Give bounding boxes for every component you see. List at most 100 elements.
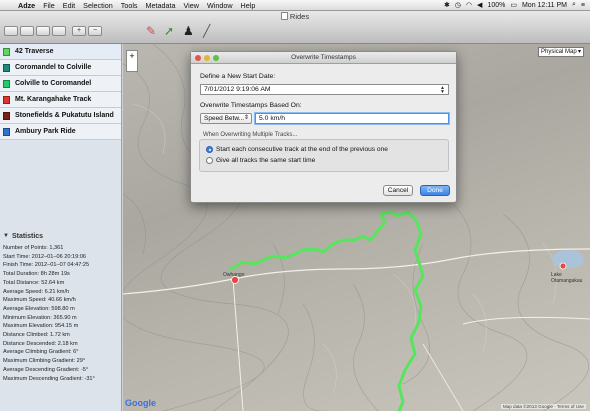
menu-edit[interactable]: Edit (59, 1, 79, 10)
cursor-tool-icon[interactable]: ➚ (164, 24, 174, 38)
stat-row: Distance Descended: 2.18 km (3, 340, 78, 347)
stat-row: Average Climbing Gradient: 6° (3, 349, 79, 356)
track-color-swatch (3, 127, 10, 136)
stat-row: Number of Points: 1,361 (3, 245, 64, 251)
radio-button-selected[interactable] (206, 146, 213, 153)
window-toolbar: Rides + − ✎ ➚ ♟ ╱ (0, 11, 590, 44)
zoom-in-button[interactable]: + (127, 51, 137, 61)
start-date-label: Define a New Start Date: (200, 73, 276, 80)
stat-row: Minimum Elevation: 365.90 m (3, 314, 77, 321)
track-row[interactable]: Stonefields & Pukatutu Island (0, 108, 121, 124)
speed-field[interactable]: 5.0 km/h (255, 113, 449, 124)
toolbar-button-1[interactable] (4, 26, 18, 36)
dialog-title-bar: Overwrite Timestamps (191, 52, 456, 64)
menu-metadata[interactable]: Metadata (142, 1, 180, 10)
stat-row: Maximum Speed: 40.66 km/h (3, 297, 76, 304)
statistics-list: Number of Points: 1,361 Start Time: 2012… (3, 244, 121, 383)
battery-icon[interactable]: ▭ (510, 1, 517, 9)
bluetooth-icon[interactable]: ✱ (444, 1, 450, 9)
stat-row: Start Time: 2012–01–06 20:19:06 (3, 253, 87, 260)
stat-row: Average Speed: 6.21 km/h (3, 288, 70, 295)
map-place-label: Lake Otamangakau (551, 272, 583, 284)
disclosure-triangle-icon[interactable]: ▼ (3, 233, 9, 239)
toolbar-button-2[interactable] (20, 26, 34, 36)
timemachine-icon[interactable]: ◷ (455, 1, 461, 9)
stat-row: Distance Climbed: 1.72 km (3, 332, 70, 339)
done-button[interactable]: Done (420, 185, 450, 196)
battery-level: 100% (487, 1, 506, 9)
stat-row: Average Elevation: 598.80 m (3, 305, 75, 312)
stat-row: Average Descending Gradient: -5° (3, 366, 89, 373)
stat-row: Total Distance: 52.64 km (3, 279, 65, 286)
track-name: 42 Traverse (15, 48, 54, 55)
statistics-header[interactable]: ▼ Statistics (0, 230, 121, 242)
person-tool-icon[interactable]: ♟ (183, 24, 194, 38)
track-row[interactable]: Colville to Coromandel (0, 76, 121, 92)
spotlight-search-icon[interactable]: ⌕ (572, 1, 576, 9)
track-color-swatch (3, 111, 10, 120)
track-color-swatch (3, 47, 10, 56)
cancel-button[interactable]: Cancel (383, 185, 413, 196)
track-color-swatch (3, 63, 10, 72)
track-name: Ambury Park Ride (15, 128, 76, 135)
ruler-tool-icon[interactable]: ╱ (203, 24, 210, 38)
window-controls (195, 55, 219, 61)
start-date-field[interactable]: 7/01/2012 9:19:06 AM ▲ ▼ (200, 84, 449, 95)
dialog-title: Overwrite Timestamps (291, 54, 356, 61)
stat-row: Maximum Elevation: 954.15 m (3, 323, 79, 330)
map-type-selector[interactable]: Physical Map ▾ (538, 47, 584, 57)
map-place-label: Owhango (223, 272, 245, 278)
google-logo: Google (125, 398, 156, 408)
menu-file[interactable]: File (39, 1, 59, 10)
track-name: Stonefields & Pukatutu Island (15, 112, 114, 119)
stat-row: Finish Time: 2012–01–07 04:47:25 (3, 262, 90, 269)
minimize-icon[interactable] (204, 55, 210, 61)
menu-selection[interactable]: Selection (79, 1, 117, 10)
menu-help[interactable]: Help (237, 1, 260, 10)
multi-track-options: Start each consecutive track at the end … (199, 139, 449, 172)
chevron-updown-icon: ⇕ (243, 115, 249, 121)
radio-button[interactable] (206, 157, 213, 164)
menu-view[interactable]: View (180, 1, 203, 10)
multi-track-label: When Overwriting Multiple Tracks... (203, 132, 298, 138)
stat-row: Maximum Climbing Gradient: 29° (3, 358, 86, 365)
map-attribution[interactable]: Map data ©2013 Google · Terms of Use (500, 404, 586, 409)
stat-row: Maximum Descending Gradient: -31° (3, 375, 95, 382)
volume-icon[interactable]: ◀ (477, 1, 482, 9)
radio-same-start[interactable]: Give all tracks the same start time (206, 157, 315, 164)
toolbar-button-4[interactable] (52, 26, 66, 36)
date-stepper-icon[interactable]: ▲ ▼ (440, 86, 445, 95)
status-area: ✱ ◷ ◠ ◀ 100% ▭ Mon 12:11 PM ⌕ ≡ (444, 1, 590, 9)
zoom-control[interactable]: + (126, 50, 138, 72)
zoom-icon[interactable] (213, 55, 219, 61)
based-on-popup[interactable]: Speed Betw... ⇕ (200, 113, 252, 124)
sidebar: 42 Traverse Coromandel to Colville Colvi… (0, 44, 122, 411)
menu-tools[interactable]: Tools (117, 1, 142, 10)
track-color-swatch (3, 79, 10, 88)
clock[interactable]: Mon 12:11 PM (522, 2, 567, 9)
toolbar-button-3[interactable] (36, 26, 50, 36)
track-row[interactable]: Mt. Karangahake Track (0, 92, 121, 108)
track-name: Colville to Coromandel (15, 80, 92, 87)
track-row[interactable]: 42 Traverse (0, 44, 121, 60)
track-color-swatch (3, 95, 10, 104)
menu-app-name[interactable]: Adze (14, 1, 39, 10)
track-row[interactable]: Ambury Park Ride (0, 124, 121, 140)
pencil-tool-icon[interactable]: ✎ (146, 24, 156, 38)
notification-center-icon[interactable]: ≡ (581, 2, 585, 9)
track-row[interactable]: Coromandel to Colville (0, 60, 121, 76)
radio-consecutive[interactable]: Start each consecutive track at the end … (206, 146, 388, 153)
document-icon (280, 12, 288, 20)
overwrite-timestamps-dialog: Overwrite Timestamps Define a New Start … (190, 51, 457, 203)
track-name: Mt. Karangahake Track (15, 96, 92, 103)
track-name: Coromandel to Colville (15, 64, 92, 71)
add-track-button[interactable]: + (72, 26, 86, 36)
chevron-down-icon: ▾ (577, 49, 581, 55)
wifi-icon[interactable]: ◠ (466, 1, 472, 9)
remove-track-button[interactable]: − (88, 26, 102, 36)
menu-bar: Adze File Edit Selection Tools Metadata … (0, 0, 590, 11)
close-icon[interactable] (195, 55, 201, 61)
menu-window[interactable]: Window (203, 1, 237, 10)
based-on-label: Overwrite Timestamps Based On: (200, 102, 302, 109)
stat-row: Total Duration: 8h 28m 19s (3, 271, 70, 278)
